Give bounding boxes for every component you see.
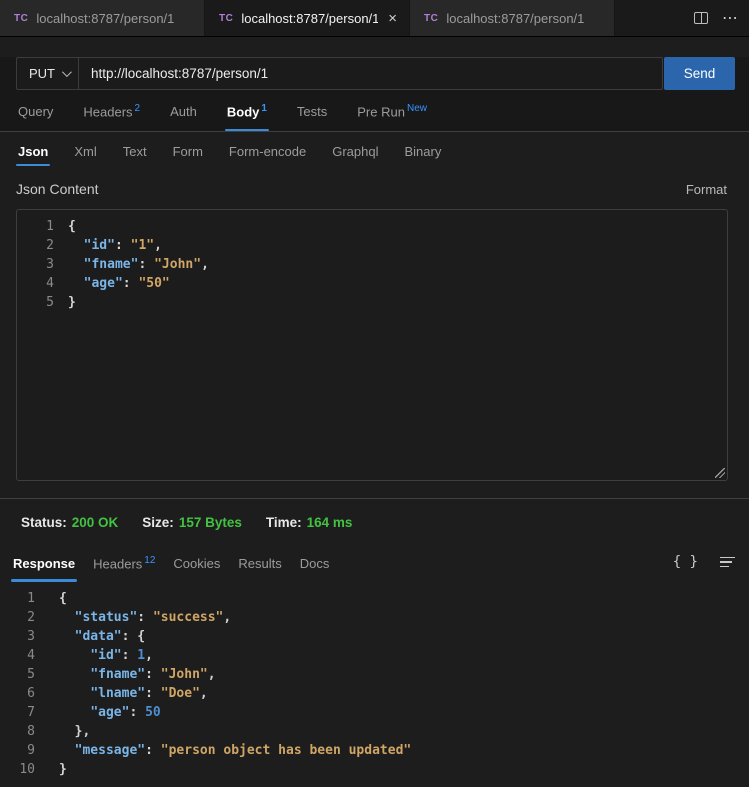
window-tab-2-active[interactable]: TC localhost:8787/person/1 × — [205, 0, 410, 36]
request-tabs: Query Headers2 Auth Body1 Tests Pre RunN… — [0, 90, 749, 131]
code-line: 4 "id": 1, — [2, 646, 749, 665]
window-tab-label: localhost:8787/person/1 — [241, 11, 378, 26]
code-line: 3 "data": { — [2, 627, 749, 646]
json-content-title: Json Content — [16, 181, 99, 197]
line-number: 4 — [26, 274, 54, 293]
thunder-client-icon: TC — [14, 13, 28, 24]
line-number: 1 — [26, 217, 54, 236]
code-line: 7 "age": 50 — [2, 703, 749, 722]
body-section: Json Xml Text Form Form-encode Graphql B… — [0, 132, 749, 498]
tab-auth[interactable]: Auth — [170, 104, 197, 131]
close-tab-icon[interactable]: × — [386, 11, 399, 26]
line-number: 5 — [2, 665, 35, 684]
tab-headers[interactable]: Headers2 — [83, 103, 140, 131]
tab-response-active[interactable]: Response — [13, 556, 75, 582]
json-content-header: Json Content Format — [16, 178, 727, 200]
json-body-editor[interactable]: 1{2 "id": "1",3 "fname": "John",4 "age":… — [16, 209, 728, 481]
line-number: 8 — [2, 722, 35, 741]
code-line: 2 "status": "success", — [2, 608, 749, 627]
code-line: 5} — [26, 293, 727, 312]
tab-tests[interactable]: Tests — [297, 104, 327, 131]
code-line: 9 "message": "person object has been upd… — [2, 741, 749, 760]
code-line: 1{ — [26, 217, 727, 236]
status-value: 200 OK — [72, 515, 119, 530]
tab-form[interactable]: Form — [173, 144, 203, 166]
tab-cookies[interactable]: Cookies — [173, 556, 220, 582]
line-number: 4 — [2, 646, 35, 665]
window-tab-label: localhost:8787/person/1 — [446, 11, 584, 26]
line-number: 7 — [2, 703, 35, 722]
tab-query[interactable]: Query — [18, 104, 53, 131]
code-line: 5 "fname": "John", — [2, 665, 749, 684]
body-count-badge: 1 — [261, 103, 267, 114]
request-url-input[interactable] — [79, 58, 662, 89]
code-line: 10} — [2, 760, 749, 779]
code-line: 4 "age": "50" — [26, 274, 727, 293]
tab-pre-run[interactable]: Pre RunNew — [357, 103, 427, 131]
line-number: 2 — [2, 608, 35, 627]
response-menu-icon[interactable] — [720, 557, 735, 568]
tab-xml[interactable]: Xml — [74, 144, 96, 166]
code-line: 1{ — [2, 589, 749, 608]
line-number: 6 — [2, 684, 35, 703]
code-line: 6 "lname": "Doe", — [2, 684, 749, 703]
new-badge: New — [407, 103, 427, 114]
tab-graphql[interactable]: Graphql — [332, 144, 378, 166]
status-group: Status:200 OK — [21, 515, 118, 530]
tab-form-encode[interactable]: Form-encode — [229, 144, 306, 166]
window-tab-1[interactable]: TC localhost:8787/person/1 — [0, 0, 205, 36]
response-body-viewer: 1{2 "status": "success",3 "data": {4 "id… — [0, 582, 749, 779]
url-row: PUT Send — [16, 57, 735, 90]
tab-json-active[interactable]: Json — [18, 144, 48, 166]
resize-handle[interactable] — [715, 468, 725, 478]
line-number: 10 — [2, 760, 35, 779]
response-status-section: Status:200 OK Size:157 Bytes Time:164 ms… — [0, 498, 749, 779]
tab-binary[interactable]: Binary — [404, 144, 441, 166]
body-type-tabs: Json Xml Text Form Form-encode Graphql B… — [0, 132, 749, 166]
window-tab-label: localhost:8787/person/1 — [36, 11, 174, 26]
line-number: 5 — [26, 293, 54, 312]
size-group: Size:157 Bytes — [142, 515, 242, 530]
line-number: 3 — [26, 255, 54, 274]
time-value: 164 ms — [307, 515, 353, 530]
format-link[interactable]: Format — [686, 182, 727, 197]
window-tab-3[interactable]: TC localhost:8787/person/1 — [410, 0, 615, 36]
response-actions: { } — [673, 554, 735, 582]
format-json-icon[interactable]: { } — [673, 554, 698, 570]
tab-results[interactable]: Results — [238, 556, 281, 582]
split-editor-icon[interactable] — [694, 12, 708, 24]
editor-bottom-gap — [0, 481, 749, 498]
response-headers-count-badge: 12 — [144, 555, 155, 566]
chevron-down-icon — [62, 67, 72, 77]
size-value: 157 Bytes — [179, 515, 242, 530]
tab-body-active[interactable]: Body1 — [227, 103, 267, 131]
http-method-select[interactable]: PUT — [17, 58, 79, 89]
line-number: 2 — [26, 236, 54, 255]
url-box: PUT — [16, 57, 663, 90]
headers-count-badge: 2 — [135, 103, 141, 114]
send-button[interactable]: Send — [664, 57, 735, 90]
tab-text[interactable]: Text — [123, 144, 147, 166]
tab-response-headers[interactable]: Headers12 — [93, 555, 155, 582]
thunder-client-icon: TC — [219, 13, 233, 24]
editor-tab-bar: TC localhost:8787/person/1 TC localhost:… — [0, 0, 749, 37]
thunder-client-icon: TC — [424, 13, 438, 24]
line-number: 1 — [2, 589, 35, 608]
line-number: 3 — [2, 627, 35, 646]
code-line: 3 "fname": "John", — [26, 255, 727, 274]
response-meta-row: Status:200 OK Size:157 Bytes Time:164 ms — [0, 499, 749, 543]
tab-docs[interactable]: Docs — [300, 556, 330, 582]
more-actions-icon[interactable]: ⋯ — [722, 8, 739, 28]
tab-bar-actions: ⋯ — [694, 0, 749, 36]
http-method-value: PUT — [29, 66, 55, 81]
code-line: 8 }, — [2, 722, 749, 741]
code-line: 2 "id": "1", — [26, 236, 727, 255]
response-tabs: Response Headers12 Cookies Results Docs … — [0, 543, 749, 582]
request-section: PUT Send Query Headers2 Auth Body1 Tests… — [0, 57, 749, 132]
line-number: 9 — [2, 741, 35, 760]
time-group: Time:164 ms — [266, 515, 353, 530]
